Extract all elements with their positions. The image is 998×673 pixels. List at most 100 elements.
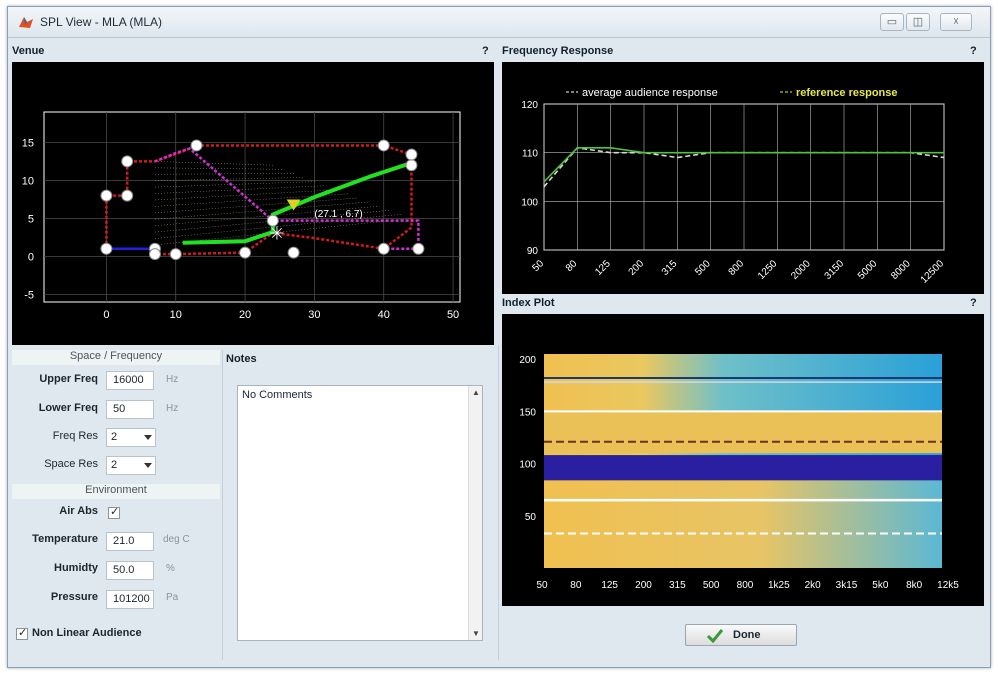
x-tick-label: 800 [737,580,754,591]
y-tick-label: 120 [521,100,538,111]
freq-res-select[interactable]: 2 [106,428,156,447]
x-tick-label: 40 [378,309,390,321]
venue-plot: 0 10 20 30 40 50 15 10 5 0 -5 (27.1 , 6.7) ✳ [12,62,494,345]
notes-title: Notes [226,353,257,365]
x-tick-label: 12k5 [937,580,959,591]
x-tick-label: 20 [239,309,251,321]
x-tick-label: 125 [601,580,618,591]
upper-freq-field[interactable]: 16000 [106,371,154,390]
x-tick-label: 3150 [823,258,847,282]
x-tick-label: 800 [727,258,747,278]
x-tick-label: 200 [635,580,652,591]
x-tick-label: 8000 [889,258,913,282]
humidity-field[interactable]: 50.0 [106,561,154,580]
y-tick-label: 200 [519,355,536,366]
checkmark-icon: ✓ [18,627,28,639]
legend-label-reference: reference response [796,87,898,99]
x-tick-label: 315 [660,258,680,278]
divider [498,345,499,660]
close-button[interactable]: ☓ [940,13,972,31]
venue-node [148,248,161,261]
scroll-down-icon[interactable]: ▼ [472,629,480,638]
x-tick-label: 80 [570,580,582,591]
venue-node [100,189,113,202]
heatmap-lower-region [544,480,942,568]
x-tick-label: 2000 [789,258,813,282]
y-tick-label: 100 [521,197,538,208]
venue-node [287,246,300,259]
air-abs-checkbox[interactable]: ✓ [108,506,120,519]
pressure-unit: Pa [166,592,179,603]
notes-textarea[interactable]: No Comments ▲ ▼ [237,385,483,641]
y-tick-label: -5 [24,289,34,301]
pressure-field[interactable]: 101200 [106,590,154,609]
y-tick-label: 50 [525,512,537,523]
x-tick-label: 1k25 [768,580,790,591]
venue-help-button[interactable]: ? [482,45,489,57]
window-title: SPL View - MLA (MLA) [40,15,163,29]
temperature-field[interactable]: 21.0 [106,532,154,551]
non-linear-checkbox[interactable]: ✓ [16,627,28,640]
humidity-label: Humidty [54,562,98,574]
x-tick-label: 0 [103,309,109,321]
x-tick-label: 50 [536,580,548,591]
frequency-response-help-button[interactable]: ? [970,45,977,57]
venue-node [121,155,134,168]
air-abs-label: Air Abs [59,505,98,517]
venue-node [405,148,418,161]
lower-freq-label: Lower Freq [38,402,98,414]
index-plot-help-button[interactable]: ? [970,297,977,309]
done-button[interactable]: Done [685,624,797,646]
freq-res-value: 2 [111,431,118,443]
index-plot-chart: 200 150 100 50 50 80 125 200 315 500 800 1k25 2k0 3k1… [519,354,959,591]
scroll-up-icon[interactable]: ▲ [472,388,480,397]
x-tick-label: 50 [447,309,459,321]
temperature-unit: deg C [163,534,190,545]
heatmap-mid-band [544,411,942,454]
y-tick-label: 15 [22,137,34,149]
frequency-response-plot: 120 110 100 90 50 80 125 200 315 500 800 1250 2000 31… [502,62,984,294]
x-tick-label: 10 [170,309,182,321]
y-tick-label: 90 [527,246,539,257]
space-res-select[interactable]: 2 [106,456,156,475]
x-tick-label: 30 [308,309,320,321]
notes-scrollbar[interactable]: ▲ ▼ [468,386,482,640]
speaker-ray [154,167,284,170]
x-tick-label: 8k0 [906,580,923,591]
upper-freq-unit: Hz [166,374,179,385]
minimize-button[interactable]: ▭ [880,13,904,31]
y-tick-label: 5 [28,213,34,225]
marker-label: (27.1 , 6.7) [314,209,362,220]
y-tick-label: 110 [522,149,538,160]
non-linear-label: Non Linear Audience [32,627,142,639]
x-tick-label: 5k0 [872,580,889,591]
x-tick-label: 1250 [756,258,780,282]
listener-icon: ✳ [269,224,284,244]
heatmap-blue-band [544,455,942,481]
matlab-icon [19,17,33,28]
venue-node [121,189,134,202]
x-tick-label: 3k15 [836,580,858,591]
x-tick-label: 200 [627,258,647,278]
maximize-button[interactable]: ◫ [906,13,930,31]
frequency-response-title: Frequency Response [502,45,614,57]
environment-header: Environment [12,484,220,499]
lower-freq-field[interactable]: 50 [106,400,154,419]
pressure-label: Pressure [50,591,98,603]
speaker-ray [154,185,327,194]
x-tick-label: 315 [669,580,686,591]
venue-title: Venue [12,45,45,57]
done-label: Done [733,629,761,641]
x-tick-label: 80 [564,258,580,274]
y-tick-label: 0 [28,251,34,263]
x-tick-label: 125 [593,258,613,278]
x-tick-label: 500 [693,258,713,278]
x-tick-label: 5000 [856,258,880,282]
venue-line-magenta [154,147,420,251]
frequency-response-chart: 120 110 100 9050 80 125 200 315 500 800 1250 2000 31… [521,87,946,286]
minimize-icon: ▭ [886,16,898,28]
temperature-label: Temperature [32,533,98,545]
space-res-value: 2 [111,459,118,471]
notes-text: No Comments [242,389,313,401]
space-frequency-header: Space / Frequency [12,350,220,365]
